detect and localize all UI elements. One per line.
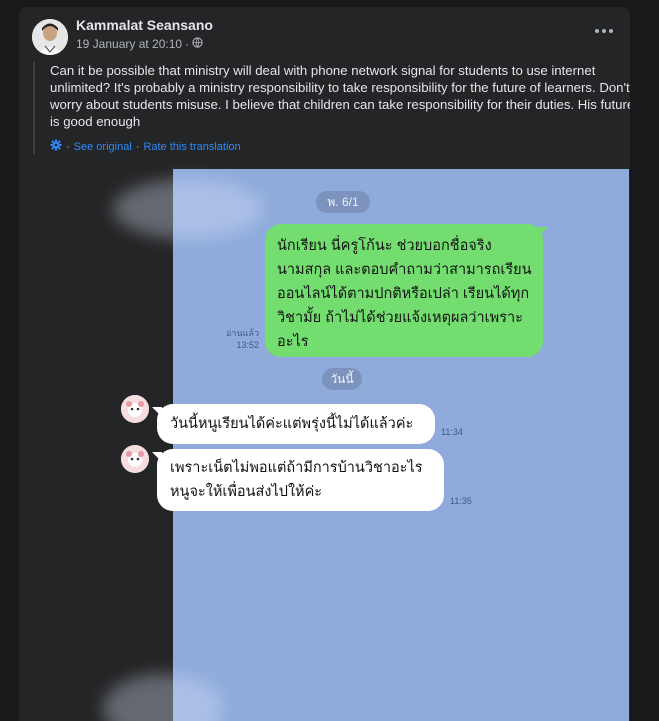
- translated-post: Can it be possible that ministry will de…: [33, 62, 630, 154]
- message-time: 11:34: [441, 427, 463, 437]
- rate-translation-link[interactable]: Rate this translation: [143, 141, 240, 153]
- chat-screenshot[interactable]: พ. 6/1 นักเรียน นี่ครูโก้นะ ช่วยบอกชื่อจ…: [103, 169, 629, 721]
- more-options-icon[interactable]: [592, 21, 616, 41]
- date-pill: วันนี้: [322, 368, 362, 390]
- post-body: Can it be possible that ministry will de…: [50, 63, 630, 129]
- author-name[interactable]: Kammalat Seansano: [76, 17, 213, 33]
- translation-bar: · See original · Rate this translation: [50, 139, 630, 154]
- outgoing-message: นักเรียน นี่ครูโก้นะ ช่วยบอกชื่อจริง นาม…: [265, 224, 548, 357]
- incoming-message-text: วันนี้หนูเรียนได้ค่ะแต่พรุ่งนี้ไม่ได้แล้…: [170, 416, 414, 432]
- post-date[interactable]: 19 January at 20:10: [76, 37, 182, 51]
- message-time: 11:35: [450, 496, 472, 506]
- post-card: Kammalat Seansano 19 January at 20:10 · …: [19, 7, 630, 721]
- blurred-area: [103, 674, 223, 721]
- incoming-message: วันนี้หนูเรียนได้ค่ะแต่พรุ่งนี้ไม่ได้แล้…: [152, 404, 435, 444]
- translation-separator: ·: [66, 140, 70, 153]
- globe-icon: [192, 37, 203, 51]
- incoming-message: เพราะเน็ตไม่พอแต่ถ้ามีการบ้านวิชาอะไร หน…: [152, 449, 444, 511]
- blurred-area: [113, 179, 263, 239]
- incoming-message-text: เพราะเน็ตไม่พอแต่ถ้ามีการบ้านวิชาอะไร หน…: [170, 460, 423, 500]
- meta-dot: ·: [185, 37, 190, 51]
- date-pill: พ. 6/1: [316, 191, 370, 213]
- sender-avatar: [121, 395, 149, 423]
- post-meta: 19 January at 20:10 ·: [76, 37, 203, 51]
- see-original-link[interactable]: See original: [74, 141, 132, 153]
- gear-icon[interactable]: [50, 139, 62, 154]
- translation-separator: ·: [135, 140, 140, 153]
- read-label: อ่านแล้ว: [226, 328, 259, 338]
- read-receipt: อ่านแล้ว 13:52: [223, 327, 259, 351]
- author-avatar[interactable]: [32, 19, 68, 55]
- read-time: 13:52: [236, 340, 259, 350]
- outgoing-message-text: นักเรียน นี่ครูโก้นะ ช่วยบอกชื่อจริง นาม…: [277, 238, 532, 350]
- sender-avatar: [121, 445, 149, 473]
